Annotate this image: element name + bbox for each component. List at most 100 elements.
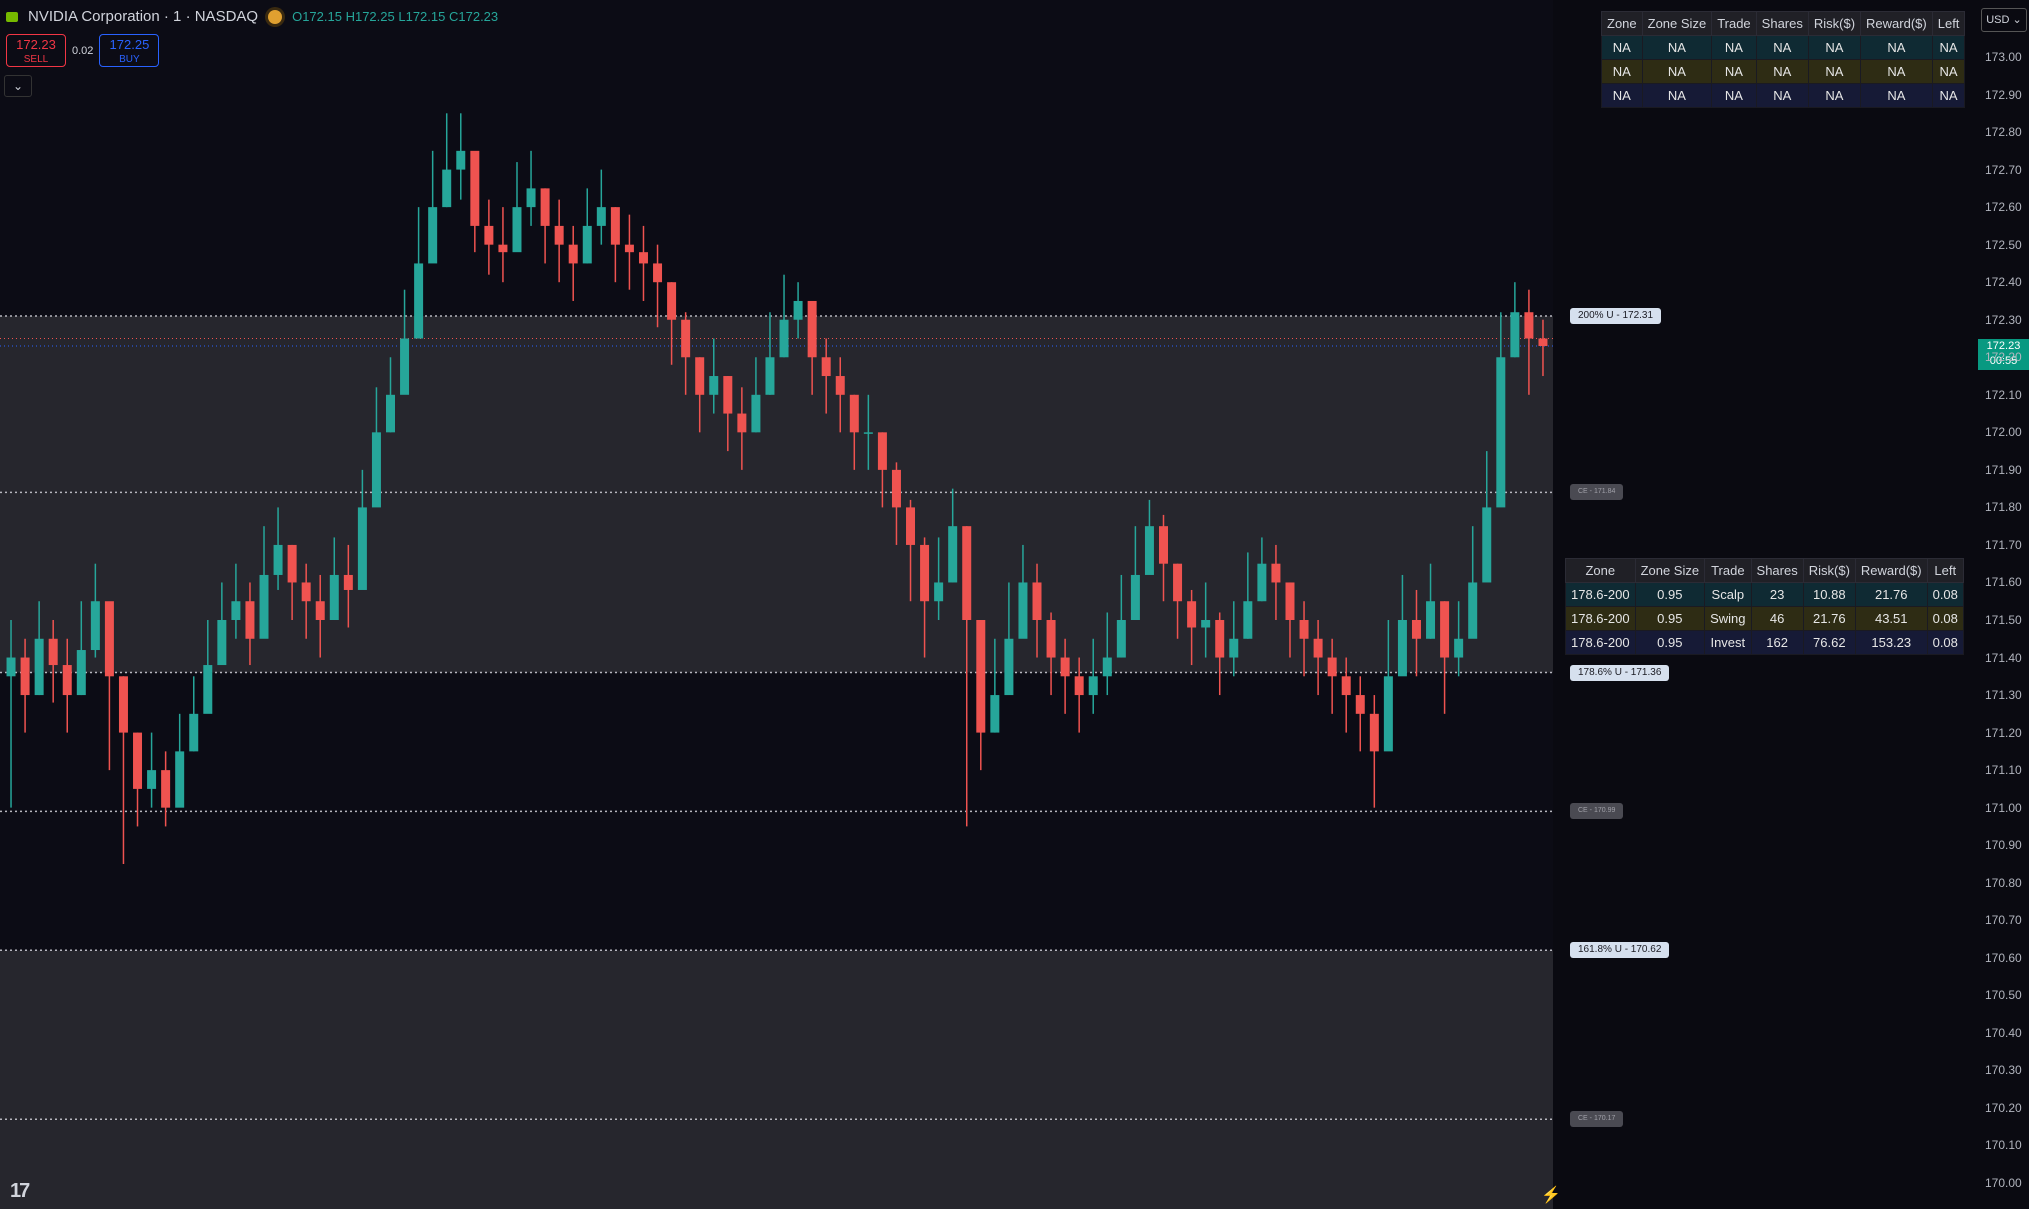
candle[interactable] xyxy=(1327,638,1337,714)
candle[interactable] xyxy=(1440,601,1450,714)
candle[interactable] xyxy=(1102,612,1112,696)
candle[interactable] xyxy=(343,544,353,628)
candle[interactable] xyxy=(1130,526,1140,620)
buy-button[interactable]: 172.25 BUY xyxy=(99,34,160,67)
candle[interactable] xyxy=(217,582,227,666)
candle[interactable] xyxy=(76,601,86,696)
candle[interactable] xyxy=(428,150,438,264)
candle[interactable] xyxy=(1411,589,1421,677)
candle[interactable] xyxy=(245,582,255,666)
candle[interactable] xyxy=(1426,563,1436,639)
candle[interactable] xyxy=(1018,544,1028,639)
lightning-icon[interactable]: ⚡ xyxy=(1541,1185,1561,1205)
candle[interactable] xyxy=(526,150,536,226)
candle[interactable] xyxy=(287,544,297,620)
candle[interactable] xyxy=(147,732,157,808)
candle[interactable] xyxy=(386,357,395,433)
candle[interactable] xyxy=(371,387,381,508)
candle[interactable] xyxy=(920,537,930,658)
candle[interactable] xyxy=(1454,601,1464,677)
candle[interactable] xyxy=(695,357,705,433)
candle[interactable] xyxy=(737,387,747,470)
candle[interactable] xyxy=(20,638,30,733)
candle[interactable] xyxy=(1046,612,1056,696)
candle[interactable] xyxy=(442,113,452,208)
candle[interactable] xyxy=(1187,589,1197,666)
candle[interactable] xyxy=(1116,574,1126,658)
candle[interactable] xyxy=(1243,552,1253,639)
candle[interactable] xyxy=(203,620,213,714)
candle[interactable] xyxy=(273,507,283,590)
candle[interactable] xyxy=(624,214,634,290)
candle[interactable] xyxy=(1313,620,1323,696)
candle[interactable] xyxy=(189,676,199,752)
candle[interactable] xyxy=(906,499,916,602)
candle[interactable] xyxy=(948,488,958,583)
candle[interactable] xyxy=(1369,695,1379,808)
candle[interactable] xyxy=(1074,657,1084,733)
candle[interactable] xyxy=(315,574,325,658)
candle[interactable] xyxy=(751,357,761,433)
candle[interactable] xyxy=(470,150,480,253)
sell-button[interactable]: 172.23 SELL xyxy=(6,34,66,67)
candles-layer[interactable] xyxy=(0,0,1553,1209)
candle[interactable] xyxy=(765,312,775,395)
tradingview-logo[interactable]: 17 xyxy=(10,1180,30,1203)
candle[interactable] xyxy=(90,563,100,658)
candle[interactable] xyxy=(259,526,269,639)
candle[interactable] xyxy=(723,376,733,452)
candle[interactable] xyxy=(1482,451,1492,583)
candle[interactable] xyxy=(638,225,648,301)
candle[interactable] xyxy=(301,563,311,639)
candle[interactable] xyxy=(1397,574,1407,677)
candle[interactable] xyxy=(934,537,944,620)
candle[interactable] xyxy=(990,638,1000,733)
candle[interactable] xyxy=(1383,620,1393,752)
candle[interactable] xyxy=(962,526,972,827)
candle[interactable] xyxy=(1032,563,1042,658)
candle[interactable] xyxy=(48,620,58,703)
candle[interactable] xyxy=(1355,676,1365,752)
candle[interactable] xyxy=(667,282,677,365)
candle[interactable] xyxy=(554,199,564,283)
candle[interactable] xyxy=(357,469,367,590)
candle[interactable] xyxy=(1524,289,1534,395)
candle[interactable] xyxy=(175,713,185,808)
candle[interactable] xyxy=(6,620,16,808)
chart-area[interactable]: NVIDIA Corporation · 1 · NASDAQ O172.15 … xyxy=(0,0,1553,1209)
candle[interactable] xyxy=(821,338,831,414)
candle[interactable] xyxy=(1159,514,1168,602)
candle[interactable] xyxy=(540,188,550,264)
candle[interactable] xyxy=(610,207,620,283)
candle[interactable] xyxy=(1299,601,1309,677)
candle[interactable] xyxy=(709,338,719,414)
candle[interactable] xyxy=(1341,657,1351,733)
candle[interactable] xyxy=(596,169,606,245)
candle[interactable] xyxy=(484,199,494,275)
candle[interactable] xyxy=(1257,537,1267,602)
candle[interactable] xyxy=(568,225,578,301)
market-status-icon[interactable] xyxy=(268,9,283,24)
candle[interactable] xyxy=(133,732,143,827)
candle[interactable] xyxy=(653,244,663,328)
candle[interactable] xyxy=(329,537,339,620)
candle[interactable] xyxy=(1285,582,1295,658)
candle[interactable] xyxy=(793,282,803,339)
candle[interactable] xyxy=(1060,638,1070,714)
candle[interactable] xyxy=(849,394,859,470)
candle[interactable] xyxy=(118,676,128,864)
candle[interactable] xyxy=(34,601,44,696)
currency-selector[interactable]: USD ⌄ xyxy=(1981,8,2027,32)
candle[interactable] xyxy=(863,394,873,470)
candle[interactable] xyxy=(1004,582,1014,696)
candle[interactable] xyxy=(1538,319,1548,377)
candle[interactable] xyxy=(1229,601,1239,677)
candle[interactable] xyxy=(231,563,241,639)
candle[interactable] xyxy=(1144,499,1154,575)
candle[interactable] xyxy=(1215,612,1225,696)
candle[interactable] xyxy=(779,274,789,358)
candle[interactable] xyxy=(807,300,817,395)
candle[interactable] xyxy=(104,601,114,771)
candle[interactable] xyxy=(681,312,691,395)
candle[interactable] xyxy=(976,620,986,771)
